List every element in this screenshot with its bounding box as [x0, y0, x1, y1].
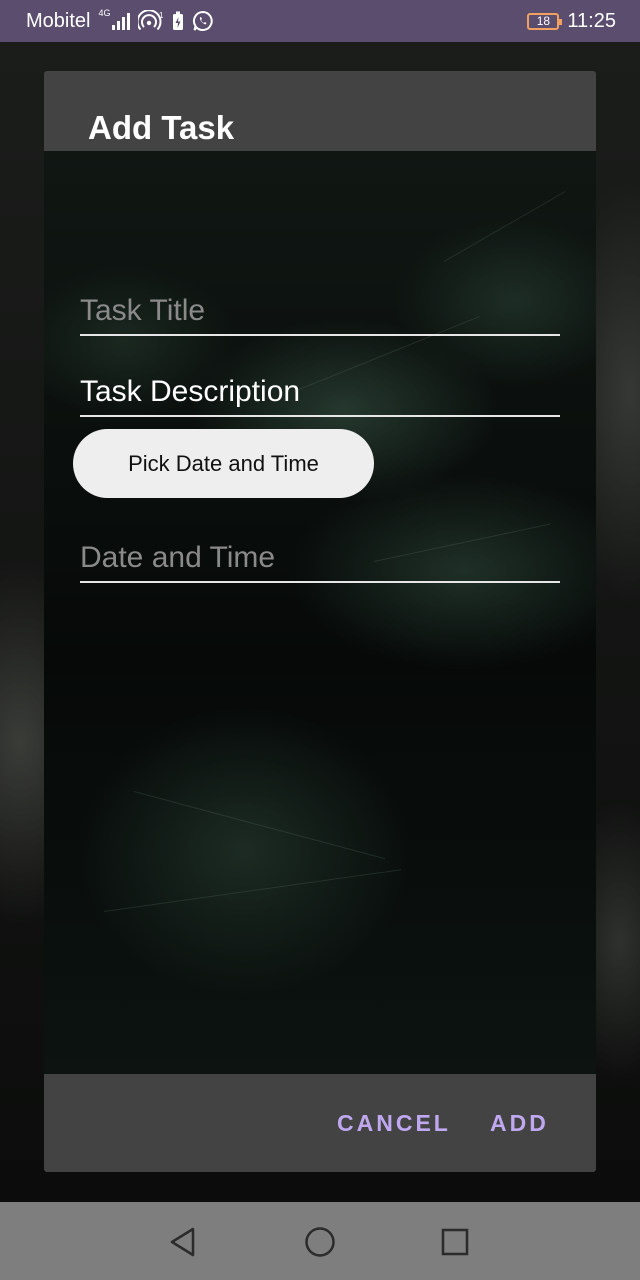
dialog-footer: CANCEL ADD [44, 1074, 596, 1172]
date-time-field[interactable]: Date and Time [80, 527, 560, 583]
clock: 11:25 [567, 9, 616, 32]
back-icon[interactable] [167, 1226, 199, 1258]
hotspot-icon: 1 [138, 10, 164, 31]
navigation-bar [0, 1202, 640, 1280]
status-right: 18 11:25 [527, 10, 616, 33]
status-bar: Mobitel 4G 1 18 11:25 [0, 0, 640, 42]
dialog-header: Add Task [44, 71, 596, 151]
carrier-name: Mobitel [26, 9, 91, 32]
dialog-body: Task Title Task Description Pick Date an… [44, 151, 596, 1074]
battery-icon: 18 [527, 12, 563, 30]
whatsapp-icon [193, 10, 214, 31]
svg-text:1: 1 [159, 11, 164, 20]
pick-date-time-button[interactable]: Pick Date and Time [73, 429, 374, 498]
leaf-decoration [103, 869, 402, 912]
signal-icon: 4G [98, 8, 131, 30]
status-left: Mobitel 4G 1 [26, 8, 214, 33]
task-description-field[interactable]: Task Description [80, 361, 560, 417]
battery-level: 18 [536, 13, 551, 28]
recent-apps-icon[interactable] [439, 1226, 471, 1258]
dialog-title: Add Task [88, 109, 235, 146]
home-icon[interactable] [304, 1226, 336, 1258]
add-button[interactable]: ADD [490, 1110, 549, 1137]
cancel-button[interactable]: CANCEL [337, 1110, 451, 1137]
leaf-decoration [133, 791, 386, 860]
network-type: 4G [98, 8, 111, 18]
leaf-decoration [443, 191, 566, 262]
battery-saver-icon [173, 11, 184, 30]
task-title-field[interactable]: Task Title [80, 280, 560, 336]
add-task-dialog: Add Task Task Title Task Description Pic… [44, 71, 596, 1172]
